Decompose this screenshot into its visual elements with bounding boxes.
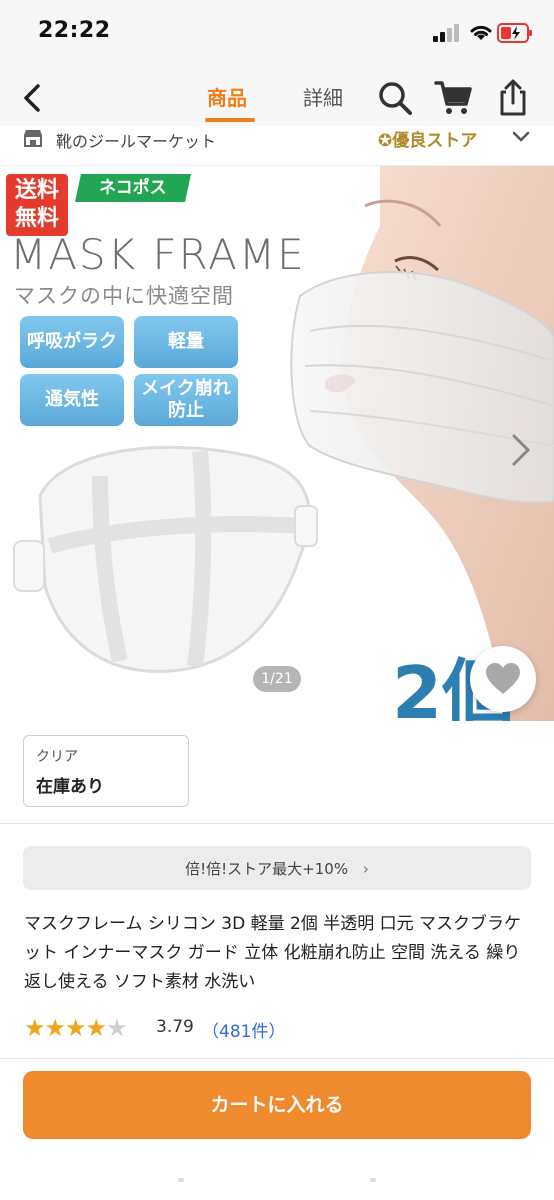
variant-label: クリア — [36, 749, 78, 765]
free-shipping-badge: 送料無料 — [6, 174, 68, 236]
status-time: 22:22 — [38, 18, 111, 43]
bottom-action-panel: カートに入れる — [0, 1058, 554, 1200]
chevron-right-icon: › — [362, 860, 369, 878]
chevron-right-icon[interactable] — [508, 430, 534, 470]
store-icon — [24, 130, 42, 147]
rating-value: 3.79 — [156, 1017, 194, 1037]
cart-icon[interactable] — [433, 78, 473, 118]
nekopos-badge: ネコポス — [75, 174, 191, 202]
active-tab-indicator — [205, 118, 255, 122]
feature-breathing: 呼吸がラク — [20, 316, 124, 368]
review-count-link[interactable]: （481件） — [202, 1017, 285, 1042]
battery-icon — [497, 23, 532, 43]
hero-title: MASK FRAME — [10, 230, 306, 279]
product-image-carousel[interactable]: 送料無料 ネコポス MASK FRAME マスクの中に快適空間 呼吸がラク 軽量… — [0, 166, 554, 721]
variant-selector[interactable]: クリア 在庫あり — [23, 735, 189, 807]
store-badge-label: 優良ストア — [392, 131, 478, 151]
star-icon: ★ — [24, 1014, 45, 1042]
back-icon[interactable] — [16, 78, 52, 118]
favorite-button[interactable] — [470, 646, 536, 712]
tab-product[interactable]: 商品 — [207, 82, 247, 111]
star-icon: ★ — [44, 1014, 66, 1042]
nekopos-label: ネコポス — [99, 178, 167, 198]
feature-light: 軽量 — [134, 316, 238, 368]
divider — [0, 823, 554, 824]
share-icon[interactable] — [493, 78, 533, 118]
feature-makeup-protection: メイク崩れ防止 — [134, 374, 238, 426]
star-icon: ★ — [85, 1014, 107, 1042]
heart-icon — [486, 663, 520, 694]
add-to-cart-button[interactable]: カートに入れる — [23, 1071, 531, 1139]
wifi-icon — [470, 25, 492, 40]
promo-text: 倍!倍!ストア最大+10% — [185, 860, 349, 878]
tab-detail[interactable]: 詳細 — [303, 82, 343, 111]
cellular-signal-icon — [433, 24, 459, 42]
star-icon: ★ — [65, 1014, 86, 1042]
store-row[interactable]: 靴のジールマーケット ✪優良ストア — [0, 126, 554, 166]
feature-ventilation: 通気性 — [20, 374, 124, 426]
hero-subtitle: マスクの中に快適空間 — [14, 284, 234, 308]
promo-banner[interactable]: 倍!倍!ストア最大+10% › — [23, 846, 531, 890]
store-name[interactable]: 靴のジールマーケット — [56, 128, 216, 152]
home-indicator — [178, 1178, 376, 1182]
star-badge-icon: ✪ — [378, 131, 393, 151]
nav-bar: 商品 詳細 — [0, 68, 554, 126]
chevron-down-icon[interactable] — [512, 130, 530, 144]
star-empty-icon: ★ — [106, 1014, 127, 1042]
product-title: マスクフレーム シリコン 3D 軽量 2個 半透明 口元 マスクブラケット イン… — [24, 914, 522, 992]
status-bar: 22:22 — [0, 0, 554, 68]
excellent-store-badge: ✪優良ストア — [378, 126, 477, 151]
image-pager: 1/21 — [253, 666, 301, 692]
search-icon[interactable] — [375, 78, 415, 118]
rating-stars: ★★★★★ — [24, 1014, 128, 1042]
stock-status: 在庫あり — [36, 777, 104, 797]
